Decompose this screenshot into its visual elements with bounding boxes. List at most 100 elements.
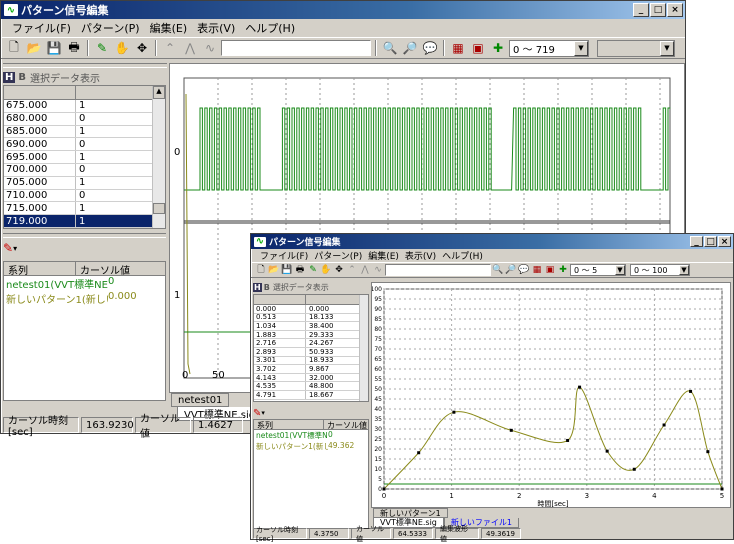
hand-icon[interactable]: ✋ <box>320 261 332 279</box>
table-row[interactable]: 675.000 1 <box>4 100 165 113</box>
table-row[interactable]: 4.535 48.800 <box>254 382 368 391</box>
wave-peak-icon[interactable]: ⋀ <box>181 39 199 57</box>
legend-item-name[interactable]: 新しいパターン1(新しいパ... <box>254 441 328 452</box>
toolbar-text-field[interactable] <box>385 264 491 276</box>
control-point[interactable] <box>689 389 693 393</box>
save-icon[interactable]: 💾 <box>45 39 63 57</box>
minimize-button[interactable]: _ <box>690 236 703 247</box>
table-row[interactable]: 700.000 0 <box>4 163 165 177</box>
minimize-button[interactable]: _ <box>633 3 649 17</box>
menu-view[interactable]: 表示(V) <box>402 249 439 262</box>
wave-curve-icon[interactable]: ∿ <box>201 39 219 57</box>
table-row[interactable]: 695.000 1 <box>4 151 165 164</box>
pencil-icon[interactable]: ✎ <box>307 261 319 279</box>
menu-help[interactable]: ヘルプ(H) <box>240 20 300 36</box>
image-icon[interactable]: ▣ <box>469 39 487 57</box>
zoom-out-icon[interactable]: 🔎 <box>505 261 517 279</box>
hand-icon[interactable]: ✋ <box>113 39 131 57</box>
control-point[interactable] <box>662 423 666 427</box>
save-icon[interactable]: 💾 <box>281 261 293 279</box>
grid-icon[interactable]: ▦ <box>449 39 467 57</box>
wave-curve-icon[interactable]: ∿ <box>372 261 384 279</box>
pen-icon[interactable]: ✎ <box>3 241 13 255</box>
cell-value: 29.333 <box>309 330 334 339</box>
menu-help[interactable]: ヘルプ(H) <box>439 249 486 262</box>
comment-icon[interactable]: 💬 <box>518 261 530 279</box>
zoom-in-icon[interactable]: 🔍 <box>381 39 399 57</box>
table-row[interactable]: 690.000 0 <box>4 138 165 152</box>
table-row[interactable]: 3.702 9.867 <box>254 365 368 374</box>
table-row[interactable]: 2.893 50.933 <box>254 348 368 357</box>
legend-item-name[interactable]: netest01(VVT標準NE... <box>4 276 108 291</box>
print-icon[interactable]: 🖶 <box>65 39 83 57</box>
move-icon[interactable]: ✚ <box>557 261 569 279</box>
pattern-curve[interactable] <box>383 386 723 490</box>
close-button[interactable]: × <box>667 3 683 17</box>
control-point[interactable] <box>632 467 636 471</box>
second-chart-area[interactable]: 0 5 10 15 20 25 30 35 40 45 50 55 60 65 70 75 80 85 90 95 10… <box>371 282 731 508</box>
wave-peak-icon[interactable]: ⋀ <box>359 261 371 279</box>
tab-netest01[interactable]: netest01 <box>171 393 230 407</box>
table-row[interactable]: 710.000 0 <box>4 189 165 203</box>
range-select-2[interactable]: 0 ～ 100 ▼ <box>630 264 690 276</box>
control-point[interactable] <box>566 438 570 442</box>
cross-icon[interactable]: ✥ <box>333 261 345 279</box>
h-icon: H <box>3 71 16 83</box>
image-icon[interactable]: ▣ <box>544 261 556 279</box>
print-icon[interactable]: 🖶 <box>294 261 306 279</box>
open-icon[interactable]: 📂 <box>25 39 43 57</box>
range-select[interactable]: 0 ～ 5 ▼ <box>570 264 626 276</box>
table-row[interactable]: 4.791 18.667 <box>254 391 368 400</box>
control-point[interactable] <box>578 385 582 389</box>
grid-scrollbar[interactable] <box>359 295 368 401</box>
range-select[interactable]: 0 ～ 719 ▼ <box>509 39 589 57</box>
open-icon[interactable]: 📂 <box>268 261 280 279</box>
table-row[interactable]: 705.000 1 <box>4 176 165 190</box>
zoom-in-icon[interactable]: 🔍 <box>492 261 504 279</box>
maximize-button[interactable]: □ <box>650 3 666 17</box>
control-point[interactable] <box>382 487 386 491</box>
table-row[interactable]: 685.000 1 <box>4 125 165 139</box>
wave-up-icon[interactable]: ⌃ <box>346 261 358 279</box>
control-point[interactable] <box>605 449 609 453</box>
table-row[interactable]: 3.301 18.933 <box>254 356 368 366</box>
maximize-button[interactable]: □ <box>704 236 717 247</box>
wave-up-icon[interactable]: ⌃ <box>161 39 179 57</box>
control-point[interactable] <box>720 487 724 491</box>
pencil-icon[interactable]: ✎ <box>93 39 111 57</box>
table-row[interactable]: 4.143 32.000 <box>254 374 368 383</box>
comment-icon[interactable]: 💬 <box>421 39 439 57</box>
new-icon[interactable]: 🗋 <box>255 261 267 279</box>
table-row[interactable]: 2.716 24.267 <box>254 339 368 348</box>
table-row[interactable]: 680.000 0 <box>4 112 165 126</box>
data-grid[interactable]: 0.000 0.000 0.513 18.133 1.034 38.400 1.883 29.… <box>253 294 369 402</box>
table-row[interactable]: 715.000 1 <box>4 202 165 216</box>
second-chart-svg[interactable]: 0510152025303540455055606570758085909510… <box>371 283 730 508</box>
legend-item-name[interactable]: 新しいパターン1(新しいパ... <box>4 291 108 306</box>
menu-pattern[interactable]: パターン(P) <box>76 20 145 36</box>
legend-item-name[interactable]: netest01(VVT標準NE... <box>254 430 328 441</box>
table-row[interactable]: 1.883 29.333 <box>254 331 368 340</box>
data-grid[interactable]: 675.000 1 680.000 0 685.000 1 690.000 0 695.000 1… <box>3 85 166 229</box>
control-point[interactable] <box>706 450 710 454</box>
menu-edit[interactable]: 編集(E) <box>145 20 193 36</box>
menu-file[interactable]: ファイル(F) <box>7 20 76 36</box>
table-row[interactable]: 0.513 18.133 <box>254 313 368 323</box>
new-icon[interactable]: 🗋 <box>5 39 23 57</box>
table-row[interactable]: 1.034 38.400 <box>254 322 368 331</box>
table-row[interactable]: 719.000 1 <box>4 215 165 228</box>
pen-icon[interactable]: ✎ <box>253 408 261 419</box>
range-select-2[interactable]: ▼ <box>597 39 675 57</box>
control-point[interactable] <box>452 410 456 414</box>
control-point[interactable] <box>417 451 421 455</box>
table-row[interactable]: 0.000 0.000 <box>254 305 368 314</box>
cross-icon[interactable]: ✥ <box>133 39 151 57</box>
menu-view[interactable]: 表示(V) <box>192 20 240 36</box>
zoom-out-icon[interactable]: 🔎 <box>401 39 419 57</box>
grid-icon[interactable]: ▦ <box>531 261 543 279</box>
move-icon[interactable]: ✚ <box>489 39 507 57</box>
toolbar-text-field[interactable] <box>221 40 371 56</box>
grid-scrollbar[interactable]: ▲ <box>152 86 165 228</box>
close-button[interactable]: × <box>718 236 731 247</box>
control-point[interactable] <box>509 428 513 432</box>
